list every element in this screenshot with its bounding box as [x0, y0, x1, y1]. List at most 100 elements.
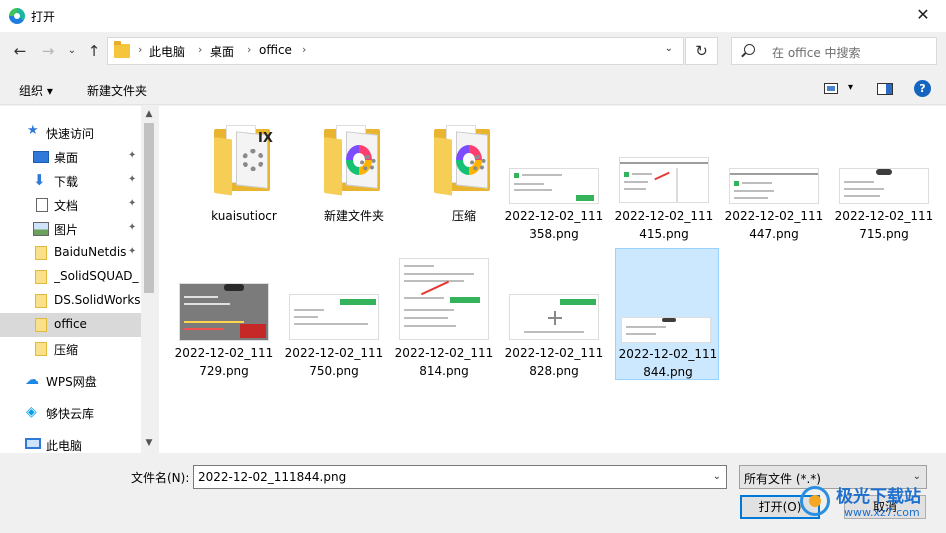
nav-item-office[interactable]: office — [0, 313, 141, 337]
forward-arrow-icon[interactable]: → — [38, 40, 58, 62]
view-dropdown-icon[interactable]: ▾ — [848, 82, 853, 93]
filename-value: 2022-12-02_111844.png — [198, 470, 347, 484]
file-item-png[interactable]: 2022-12-02_111358.png — [502, 111, 606, 243]
nav-item-label: _SolidSQUAD_ — [54, 269, 139, 283]
image-thumbnail — [621, 317, 711, 343]
nav-item-ds-solidworks[interactable]: DS.SolidWorks — [0, 289, 141, 313]
nav-item-label: 快速访问 — [46, 127, 95, 141]
nav-item-quick-access[interactable]: ★ 快速访问 — [0, 121, 141, 145]
filename-label: 文件名(N): — [131, 471, 190, 485]
nav-item-downloads[interactable]: ⬇ 下载 ✦ — [0, 169, 141, 193]
image-thumbnail — [399, 258, 489, 340]
file-name: 新建文件夹 — [323, 209, 384, 223]
nav-item-label: WPS网盘 — [46, 375, 97, 389]
file-item-kuaisutiocr[interactable]: IX kuaisutiocr — [192, 111, 296, 243]
breadcrumb-desktop[interactable]: 桌面 — [210, 43, 234, 60]
site-watermark: 极光下载站 www.xz7.com — [800, 482, 946, 533]
image-thumbnail — [179, 283, 269, 341]
organize-menu[interactable]: 组织 ▾ — [19, 82, 53, 99]
image-thumbnail — [619, 157, 709, 203]
pin-icon: ✦ — [128, 246, 137, 257]
nav-item-this-pc[interactable]: 此电脑 — [0, 433, 141, 453]
search-box[interactable]: 在 office 中搜索 — [731, 37, 937, 65]
nav-item-desktop[interactable]: 桌面 ✦ — [0, 145, 141, 169]
file-name: kuaisutiocr — [211, 209, 277, 223]
image-thumbnail — [289, 294, 379, 340]
command-bar: 组织 ▾ 新建文件夹 ▾ ? — [0, 75, 946, 105]
recent-locations-chevron-icon[interactable]: ⌄ — [62, 40, 82, 62]
window-title: 打开 — [31, 10, 56, 24]
file-item-new-folder[interactable]: 新建文件夹 — [302, 111, 406, 243]
nav-item-label: DS.SolidWorks — [54, 293, 141, 307]
document-icon — [36, 198, 48, 212]
file-name: 2022-12-02_111814.png — [394, 346, 494, 378]
breadcrumb-separator[interactable]: › — [247, 43, 251, 56]
file-list[interactable]: IX kuaisutiocr 新建文件夹 压缩 2022-12-02_11135… — [159, 106, 946, 453]
nav-item-label: 下载 — [54, 175, 79, 189]
nav-item-baidunetdisk[interactable]: BaiduNetdis ✦ — [0, 241, 141, 265]
file-item-png[interactable]: 2022-12-02_111415.png — [612, 111, 716, 243]
file-item-png[interactable]: 2022-12-02_111828.png — [502, 248, 606, 380]
image-thumbnail — [509, 168, 599, 204]
file-item-png[interactable]: 2022-12-02_111447.png — [722, 111, 826, 243]
breadcrumb-separator[interactable]: › — [198, 43, 202, 56]
file-item-png[interactable]: 2022-12-02_111814.png — [392, 248, 496, 380]
nav-item-wps-drive[interactable]: ☁ WPS网盘 — [0, 369, 141, 393]
search-icon — [744, 44, 755, 55]
breadcrumb-office[interactable]: office — [259, 43, 292, 57]
file-item-png[interactable]: 2022-12-02_111750.png — [282, 248, 386, 380]
folder-thumbnail-icon: IX — [214, 125, 274, 196]
breadcrumb-this-pc[interactable]: 此电脑 — [149, 43, 185, 60]
nav-item-pictures[interactable]: 图片 ✦ — [0, 217, 141, 241]
nav-item-label: BaiduNetdis — [54, 245, 127, 259]
pin-icon: ✦ — [128, 174, 137, 185]
nav-item-compressed[interactable]: 压缩 — [0, 337, 141, 361]
folder-icon — [35, 342, 47, 356]
cloud-drive-icon: ◈ — [26, 404, 37, 420]
file-name: 压缩 — [451, 209, 476, 223]
folder-thumbnail-icon — [434, 125, 494, 196]
nav-item-documents[interactable]: 文档 ✦ — [0, 193, 141, 217]
file-name: 2022-12-02_111447.png — [724, 209, 824, 241]
picture-icon — [33, 222, 49, 236]
watermark-logo-icon — [800, 486, 830, 516]
image-thumbnail — [839, 168, 929, 204]
star-icon: ★ — [27, 123, 39, 138]
folder-icon — [114, 41, 130, 58]
preview-pane-icon[interactable] — [877, 83, 893, 95]
file-item-png-selected[interactable]: 2022-12-02_111844.png — [615, 248, 719, 380]
image-thumbnail — [509, 294, 599, 340]
address-dropdown-icon[interactable]: ⌄ — [665, 43, 673, 54]
new-folder-button[interactable]: 新建文件夹 — [87, 82, 147, 99]
nav-scrollbar-thumb[interactable] — [144, 123, 154, 293]
nav-item-label: 此电脑 — [46, 439, 83, 453]
folder-thumbnail-icon — [324, 125, 384, 196]
breadcrumb-separator[interactable]: › — [302, 43, 306, 56]
breadcrumb-separator: › — [138, 43, 143, 56]
file-item-png[interactable]: 2022-12-02_111715.png — [832, 111, 936, 243]
file-name: 2022-12-02_111715.png — [834, 209, 934, 241]
scroll-up-icon[interactable]: ▲ — [141, 109, 157, 119]
help-icon[interactable]: ? — [914, 80, 931, 97]
up-arrow-icon[interactable]: ↑ — [84, 40, 104, 62]
file-item-png[interactable]: 2022-12-02_111729.png — [172, 248, 276, 380]
desktop-icon — [33, 151, 49, 163]
chevron-down-icon[interactable]: ⌄ — [713, 471, 721, 482]
navigation-pane[interactable]: ★ 快速访问 桌面 ✦ ⬇ 下载 ✦ 文档 ✦ 图片 ✦ BaiduNetdis… — [0, 106, 157, 453]
nav-item-solidsquad[interactable]: _SolidSQUAD_ — [0, 265, 141, 289]
address-bar[interactable]: › 此电脑 › 桌面 › office › ⌄ — [107, 37, 684, 65]
change-view-icon[interactable] — [824, 83, 838, 94]
nav-item-gokuai[interactable]: ◈ 够快云库 — [0, 401, 141, 425]
file-name: 2022-12-02_111415.png — [614, 209, 714, 241]
close-button[interactable]: ✕ — [900, 0, 946, 32]
file-name: 2022-12-02_111828.png — [504, 346, 604, 378]
filename-input[interactable]: 2022-12-02_111844.png ⌄ — [193, 465, 727, 489]
scroll-down-icon[interactable]: ▼ — [141, 438, 157, 448]
folder-icon — [35, 246, 47, 260]
refresh-button[interactable]: ↻ — [685, 37, 718, 65]
pin-icon: ✦ — [128, 198, 137, 209]
file-item-compressed-folder[interactable]: 压缩 — [412, 111, 516, 243]
download-icon: ⬇ — [33, 171, 46, 189]
chevron-down-icon[interactable]: ⌄ — [913, 471, 921, 482]
back-arrow-icon[interactable]: ← — [10, 40, 30, 62]
